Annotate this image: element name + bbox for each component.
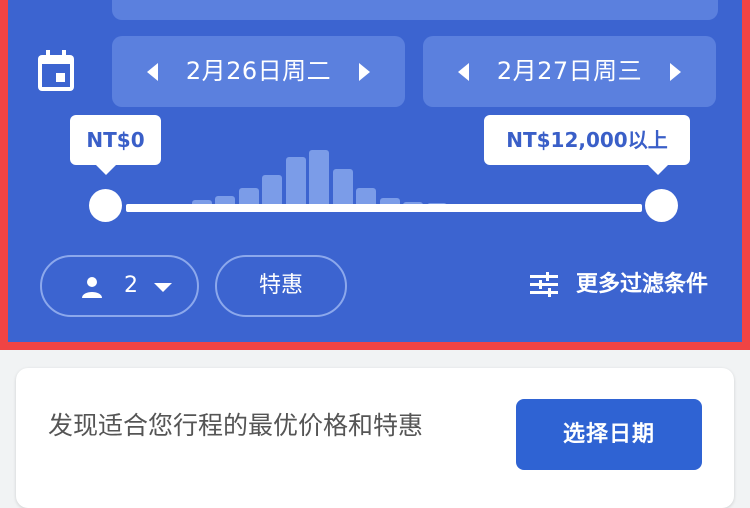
arrow-right-icon[interactable]: [349, 36, 379, 107]
destination-field[interactable]: [112, 0, 718, 20]
histogram-bar: [332, 169, 353, 206]
caret-down-icon: [154, 283, 172, 292]
deals-filter-button[interactable]: 特惠: [215, 255, 347, 317]
histogram-bar: [309, 150, 329, 206]
select-dates-button[interactable]: 选择日期: [516, 399, 702, 470]
promo-card: 发现适合您行程的最优价格和特惠 选择日期: [16, 368, 734, 508]
search-panel: 2月26日周二 2月27日周三 NT$0 NT$12,000以上 2 特惠 更多…: [0, 0, 750, 350]
end-date-selector[interactable]: 2月27日周三: [423, 36, 716, 107]
max-price-label: NT$12,000以上: [484, 115, 690, 175]
start-date-selector[interactable]: 2月26日周二: [112, 36, 405, 107]
calendar-icon: [38, 50, 74, 91]
arrow-right-icon[interactable]: [660, 36, 690, 107]
filter-icon: [530, 272, 558, 297]
max-price-handle[interactable]: [645, 189, 678, 222]
person-icon: [82, 277, 102, 298]
min-price-handle[interactable]: [89, 189, 122, 222]
promo-message: 发现适合您行程的最优价格和特惠: [48, 411, 424, 440]
min-price-label: NT$0: [70, 115, 161, 175]
guest-count: 2: [124, 273, 138, 298]
more-filters-label: 更多过滤条件: [576, 272, 709, 297]
histogram-bar: [285, 157, 306, 206]
guest-count-selector[interactable]: 2: [40, 255, 199, 317]
price-histogram: [168, 140, 448, 206]
histogram-bar: [262, 175, 282, 206]
price-slider-track[interactable]: [126, 204, 642, 212]
